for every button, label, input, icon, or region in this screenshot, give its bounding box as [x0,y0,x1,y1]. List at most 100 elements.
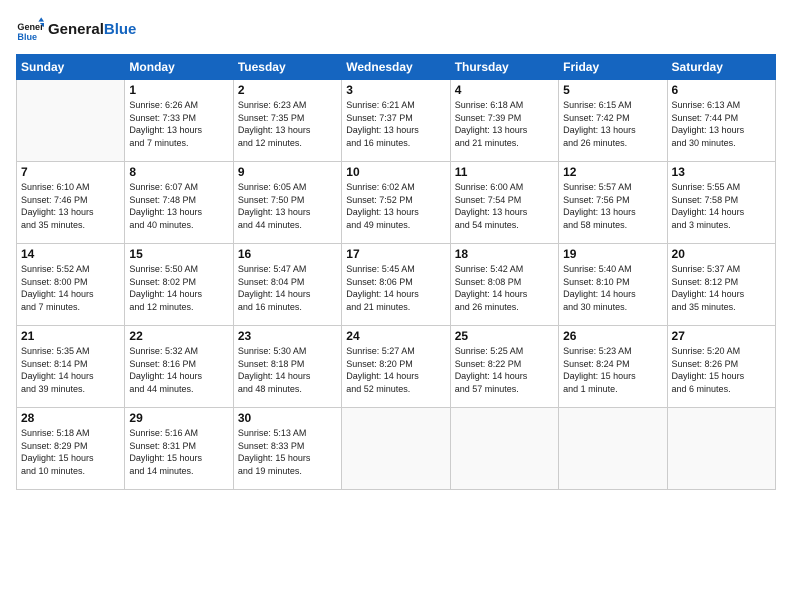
day-number: 16 [238,247,337,261]
day-info: Sunrise: 6:13 AM Sunset: 7:44 PM Dayligh… [672,99,771,149]
day-number: 9 [238,165,337,179]
calendar-cell: 7Sunrise: 6:10 AM Sunset: 7:46 PM Daylig… [17,162,125,244]
day-info: Sunrise: 6:21 AM Sunset: 7:37 PM Dayligh… [346,99,445,149]
logo: General Blue GeneralBlue [16,16,136,44]
day-info: Sunrise: 6:07 AM Sunset: 7:48 PM Dayligh… [129,181,228,231]
day-number: 5 [563,83,662,97]
calendar-cell: 2 Sunrise: 6:23 AM Sunset: 7:35 PM Daylig… [233,80,341,162]
calendar-cell: 5Sunrise: 6:15 AM Sunset: 7:42 PM Daylig… [559,80,667,162]
weekday-header-cell: Friday [559,55,667,80]
day-number: 8 [129,165,228,179]
day-info: Sunrise: 6:05 AM Sunset: 7:50 PM Dayligh… [238,181,337,231]
calendar-cell [667,408,775,490]
logo-icon: General Blue [16,16,44,44]
calendar-cell: 14 Sunrise: 5:52 AM Sunset: 8:00 PM Dayli… [17,244,125,326]
calendar-cell: 12 Sunrise: 5:57 AM Sunset: 7:56 PM Dayli… [559,162,667,244]
day-number: 4 [455,83,554,97]
day-info: Sunrise: 5:50 AM Sunset: 8:02 PM Dayligh… [129,263,228,313]
day-info: Sunrise: 5:52 AM Sunset: 8:00 PM Dayligh… [21,263,120,313]
calendar-cell [450,408,558,490]
weekday-header-row: SundayMondayTuesdayWednesdayThursdayFrid… [17,55,776,80]
calendar-cell: 6 Sunrise: 6:13 AM Sunset: 7:44 PM Daylig… [667,80,775,162]
svg-text:Blue: Blue [17,32,37,42]
day-info: Sunrise: 5:20 AM Sunset: 8:26 PM Dayligh… [672,345,771,395]
day-number: 14 [21,247,120,261]
day-number: 27 [672,329,771,343]
logo-general: General [48,21,104,38]
calendar-cell: 11 Sunrise: 6:00 AM Sunset: 7:54 PM Dayli… [450,162,558,244]
calendar-cell: 20 Sunrise: 5:37 AM Sunset: 8:12 PM Dayli… [667,244,775,326]
calendar-cell: 8 Sunrise: 6:07 AM Sunset: 7:48 PM Daylig… [125,162,233,244]
calendar-week-row: 1 Sunrise: 6:26 AM Sunset: 7:33 PM Daylig… [17,80,776,162]
weekday-header-cell: Tuesday [233,55,341,80]
day-number: 1 [129,83,228,97]
svg-text:General: General [17,22,44,32]
day-info: Sunrise: 5:35 AM Sunset: 8:14 PM Dayligh… [21,345,120,395]
day-info: Sunrise: 5:37 AM Sunset: 8:12 PM Dayligh… [672,263,771,313]
calendar-cell: 10Sunrise: 6:02 AM Sunset: 7:52 PM Dayli… [342,162,450,244]
calendar-cell: 30Sunrise: 5:13 AM Sunset: 8:33 PM Dayli… [233,408,341,490]
calendar-cell: 13 Sunrise: 5:55 AM Sunset: 7:58 PM Dayli… [667,162,775,244]
day-info: Sunrise: 6:26 AM Sunset: 7:33 PM Dayligh… [129,99,228,149]
day-number: 25 [455,329,554,343]
calendar-cell [17,80,125,162]
day-number: 7 [21,165,120,179]
calendar-cell: 24 Sunrise: 5:27 AM Sunset: 8:20 PM Dayli… [342,326,450,408]
calendar-cell [559,408,667,490]
day-number: 30 [238,411,337,425]
day-info: Sunrise: 5:30 AM Sunset: 8:18 PM Dayligh… [238,345,337,395]
day-number: 18 [455,247,554,261]
calendar-week-row: 28 Sunrise: 5:18 AM Sunset: 8:29 PM Dayli… [17,408,776,490]
day-info: Sunrise: 5:25 AM Sunset: 8:22 PM Dayligh… [455,345,554,395]
day-info: Sunrise: 5:42 AM Sunset: 8:08 PM Dayligh… [455,263,554,313]
calendar-cell: 25 Sunrise: 5:25 AM Sunset: 8:22 PM Dayli… [450,326,558,408]
day-number: 6 [672,83,771,97]
calendar-cell: 16Sunrise: 5:47 AM Sunset: 8:04 PM Dayli… [233,244,341,326]
day-info: Sunrise: 6:23 AM Sunset: 7:35 PM Dayligh… [238,99,337,149]
day-info: Sunrise: 5:27 AM Sunset: 8:20 PM Dayligh… [346,345,445,395]
day-info: Sunrise: 5:57 AM Sunset: 7:56 PM Dayligh… [563,181,662,231]
day-number: 19 [563,247,662,261]
calendar-table: SundayMondayTuesdayWednesdayThursdayFrid… [16,54,776,490]
day-number: 26 [563,329,662,343]
day-number: 12 [563,165,662,179]
weekday-header-cell: Wednesday [342,55,450,80]
day-info: Sunrise: 5:55 AM Sunset: 7:58 PM Dayligh… [672,181,771,231]
calendar-cell: 23Sunrise: 5:30 AM Sunset: 8:18 PM Dayli… [233,326,341,408]
calendar-cell: 9 Sunrise: 6:05 AM Sunset: 7:50 PM Daylig… [233,162,341,244]
calendar-cell: 21 Sunrise: 5:35 AM Sunset: 8:14 PM Dayli… [17,326,125,408]
day-info: Sunrise: 6:18 AM Sunset: 7:39 PM Dayligh… [455,99,554,149]
calendar-week-row: 21 Sunrise: 5:35 AM Sunset: 8:14 PM Dayli… [17,326,776,408]
day-info: Sunrise: 5:32 AM Sunset: 8:16 PM Dayligh… [129,345,228,395]
day-number: 21 [21,329,120,343]
calendar-cell: 29Sunrise: 5:16 AM Sunset: 8:31 PM Dayli… [125,408,233,490]
calendar-cell: 15Sunrise: 5:50 AM Sunset: 8:02 PM Dayli… [125,244,233,326]
day-number: 10 [346,165,445,179]
weekday-header-cell: Monday [125,55,233,80]
day-number: 24 [346,329,445,343]
calendar-week-row: 7Sunrise: 6:10 AM Sunset: 7:46 PM Daylig… [17,162,776,244]
weekday-header-cell: Sunday [17,55,125,80]
day-info: Sunrise: 5:40 AM Sunset: 8:10 PM Dayligh… [563,263,662,313]
day-info: Sunrise: 6:00 AM Sunset: 7:54 PM Dayligh… [455,181,554,231]
day-info: Sunrise: 5:45 AM Sunset: 8:06 PM Dayligh… [346,263,445,313]
day-number: 11 [455,165,554,179]
calendar-cell: 4 Sunrise: 6:18 AM Sunset: 7:39 PM Daylig… [450,80,558,162]
page-header: General Blue GeneralBlue [16,16,776,44]
day-info: Sunrise: 5:16 AM Sunset: 8:31 PM Dayligh… [129,427,228,477]
calendar-cell: 28 Sunrise: 5:18 AM Sunset: 8:29 PM Dayli… [17,408,125,490]
day-number: 28 [21,411,120,425]
calendar-cell: 17 Sunrise: 5:45 AM Sunset: 8:06 PM Dayli… [342,244,450,326]
day-number: 17 [346,247,445,261]
day-info: Sunrise: 5:23 AM Sunset: 8:24 PM Dayligh… [563,345,662,395]
day-info: Sunrise: 5:18 AM Sunset: 8:29 PM Dayligh… [21,427,120,477]
calendar-cell [342,408,450,490]
weekday-header-cell: Saturday [667,55,775,80]
calendar-cell: 1 Sunrise: 6:26 AM Sunset: 7:33 PM Daylig… [125,80,233,162]
day-number: 2 [238,83,337,97]
day-number: 20 [672,247,771,261]
day-number: 22 [129,329,228,343]
weekday-header-cell: Thursday [450,55,558,80]
calendar-cell: 27 Sunrise: 5:20 AM Sunset: 8:26 PM Dayli… [667,326,775,408]
day-number: 13 [672,165,771,179]
